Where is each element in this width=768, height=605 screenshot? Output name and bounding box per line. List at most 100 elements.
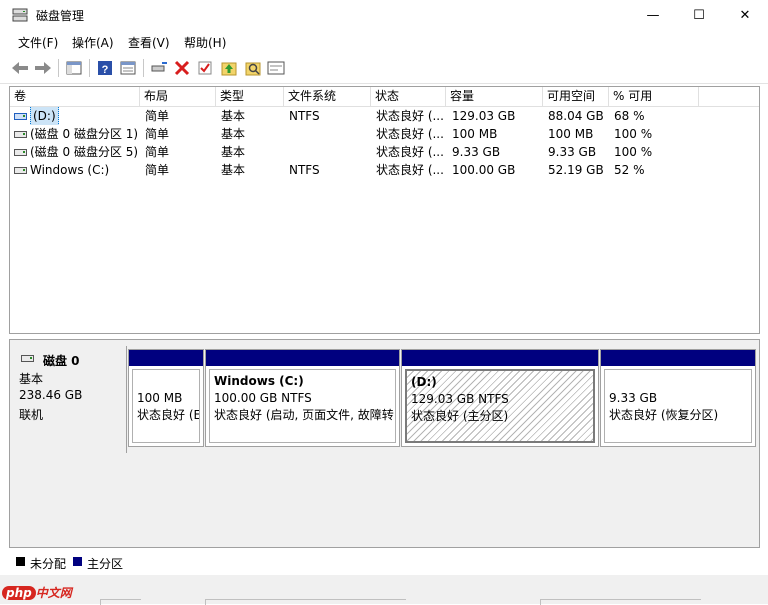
- capacity-cell: 9.33 GB: [452, 145, 501, 159]
- capacity-cell: 100.00 GB: [452, 163, 516, 177]
- legend: 未分配 主分区: [9, 552, 758, 572]
- disk-management-icon: [12, 8, 28, 22]
- status-cell: 状态良好 (...: [376, 109, 444, 123]
- close-button[interactable]: ✕: [722, 0, 768, 31]
- toolbar-separator: [89, 59, 90, 77]
- percent-free-cell: 100 %: [614, 145, 653, 159]
- toolbar-separator: [143, 59, 144, 77]
- connect-icon[interactable]: [149, 58, 169, 78]
- percent-free-cell: 100 %: [614, 127, 653, 141]
- type-cell: 基本: [221, 145, 246, 159]
- menu-bar: 文件(F) 操作(A) 查看(V) 帮助(H): [0, 31, 768, 53]
- col-capacity[interactable]: 容量: [446, 87, 543, 106]
- partition-title: Windows (C:): [214, 374, 304, 388]
- col-percent-free[interactable]: % 可用: [609, 87, 699, 106]
- partition-status: 状态良好 (恢复分区): [609, 408, 719, 422]
- menu-action[interactable]: 操作(A): [72, 34, 114, 51]
- help-icon[interactable]: ?: [95, 58, 115, 78]
- maximize-button[interactable]: ☐: [676, 0, 722, 31]
- layout-cell: 简单: [145, 163, 170, 177]
- status-segment: [100, 599, 141, 605]
- disk-graph-pane: 磁盘 0 基本 238.46 GB 联机 100 MB 状态良好 (E Wind…: [9, 339, 760, 548]
- volume-list-header: 卷 布局 类型 文件系统 状态 容量 可用空间 % 可用: [10, 87, 759, 107]
- disk-size: 238.46 GB: [19, 388, 83, 402]
- status-cell: 状态良好 (...: [376, 145, 444, 159]
- back-icon[interactable]: [10, 58, 30, 78]
- partition-block[interactable]: (D:) 129.03 GB NTFS 状态良好 (主分区): [401, 349, 599, 447]
- col-free-space[interactable]: 可用空间: [543, 87, 609, 106]
- volume-list: 卷 布局 类型 文件系统 状态 容量 可用空间 % 可用 (D:) 简单 基本 …: [9, 86, 760, 334]
- properties-icon[interactable]: [118, 58, 138, 78]
- disk-icon: [21, 355, 34, 362]
- partition-header: [129, 350, 203, 366]
- volume-name: Windows (C:): [30, 163, 110, 177]
- legend-unallocated-swatch: [16, 557, 25, 566]
- disk-status: 联机: [19, 408, 44, 422]
- minimize-icon: —: [646, 8, 660, 23]
- search-icon[interactable]: [243, 58, 263, 78]
- volume-name: (D:): [30, 107, 59, 125]
- status-segment: [540, 599, 701, 605]
- status-cell: 状态良好 (...: [376, 127, 444, 141]
- col-layout[interactable]: 布局: [140, 87, 216, 106]
- table-row[interactable]: Windows (C:) 简单 基本 NTFS 状态良好 (... 100.00…: [10, 161, 759, 179]
- watermark-text: 中文网: [35, 586, 72, 600]
- partition-size: 100.00 GB NTFS: [214, 391, 312, 405]
- toolbar: ?: [0, 53, 768, 84]
- partition-size: 100 MB: [137, 391, 183, 405]
- partition-block[interactable]: Windows (C:) 100.00 GB NTFS 状态良好 (启动, 页面…: [205, 349, 400, 447]
- volume-icon: [14, 112, 27, 120]
- col-status[interactable]: 状态: [371, 87, 446, 106]
- up-icon[interactable]: [219, 58, 239, 78]
- free-space-cell: 9.33 GB: [548, 145, 597, 159]
- partition-block[interactable]: 100 MB 状态良好 (E: [128, 349, 204, 447]
- maximize-icon: ☐: [693, 8, 705, 23]
- console-tree-icon[interactable]: [64, 58, 84, 78]
- close-icon: ✕: [739, 8, 751, 23]
- legend-primary: 主分区: [87, 557, 124, 571]
- delete-icon[interactable]: [172, 58, 192, 78]
- disk-type: 基本: [19, 372, 44, 386]
- volume-icon: [14, 166, 27, 174]
- free-space-cell: 100 MB: [548, 127, 594, 141]
- col-filesystem[interactable]: 文件系统: [284, 87, 371, 106]
- menu-help[interactable]: 帮助(H): [184, 34, 226, 51]
- type-cell: 基本: [221, 109, 246, 123]
- free-space-cell: 52.19 GB: [548, 163, 604, 177]
- partition-title: (D:): [411, 375, 437, 389]
- col-type[interactable]: 类型: [216, 87, 284, 106]
- free-space-cell: 88.04 GB: [548, 109, 604, 123]
- percent-free-cell: 52 %: [614, 163, 645, 177]
- volume-icon: [14, 148, 27, 156]
- menu-view[interactable]: 查看(V): [128, 34, 170, 51]
- table-row[interactable]: (D:) 简单 基本 NTFS 状态良好 (... 129.03 GB 88.0…: [10, 107, 759, 125]
- partition-header: [206, 350, 399, 366]
- toolbar-separator: [58, 59, 59, 77]
- partition-block[interactable]: 9.33 GB 状态良好 (恢复分区): [600, 349, 756, 447]
- type-cell: 基本: [221, 163, 246, 177]
- partition-status: 状态良好 (E: [137, 408, 200, 422]
- type-cell: 基本: [221, 127, 246, 141]
- table-row[interactable]: (磁盘 0 磁盘分区 1) 简单 基本 状态良好 (... 100 MB 100…: [10, 125, 759, 143]
- disk-name: 磁盘 0: [43, 354, 80, 368]
- status-bar: [0, 575, 768, 605]
- window-title: 磁盘管理: [36, 9, 85, 23]
- filesystem-cell: NTFS: [289, 163, 320, 177]
- forward-icon[interactable]: [33, 58, 53, 78]
- layout-cell: 简单: [145, 145, 170, 159]
- check-icon[interactable]: [195, 58, 215, 78]
- minimize-button[interactable]: —: [630, 0, 676, 31]
- menu-file[interactable]: 文件(F): [18, 34, 58, 51]
- partition-header: [402, 350, 598, 366]
- watermark: php 中文网: [2, 584, 72, 601]
- status-cell: 状态良好 (...: [376, 163, 444, 177]
- col-volume[interactable]: 卷: [10, 87, 140, 106]
- capacity-cell: 100 MB: [452, 127, 498, 141]
- legend-primary-swatch: [73, 557, 82, 566]
- disk-info[interactable]: 磁盘 0 基本 238.46 GB 联机: [10, 346, 127, 453]
- table-row[interactable]: (磁盘 0 磁盘分区 5) 简单 基本 状态良好 (... 9.33 GB 9.…: [10, 143, 759, 161]
- watermark-badge: php: [2, 586, 36, 600]
- volume-icon: [14, 130, 27, 138]
- volume-name: (磁盘 0 磁盘分区 1): [30, 127, 139, 141]
- rescan-icon[interactable]: [266, 58, 286, 78]
